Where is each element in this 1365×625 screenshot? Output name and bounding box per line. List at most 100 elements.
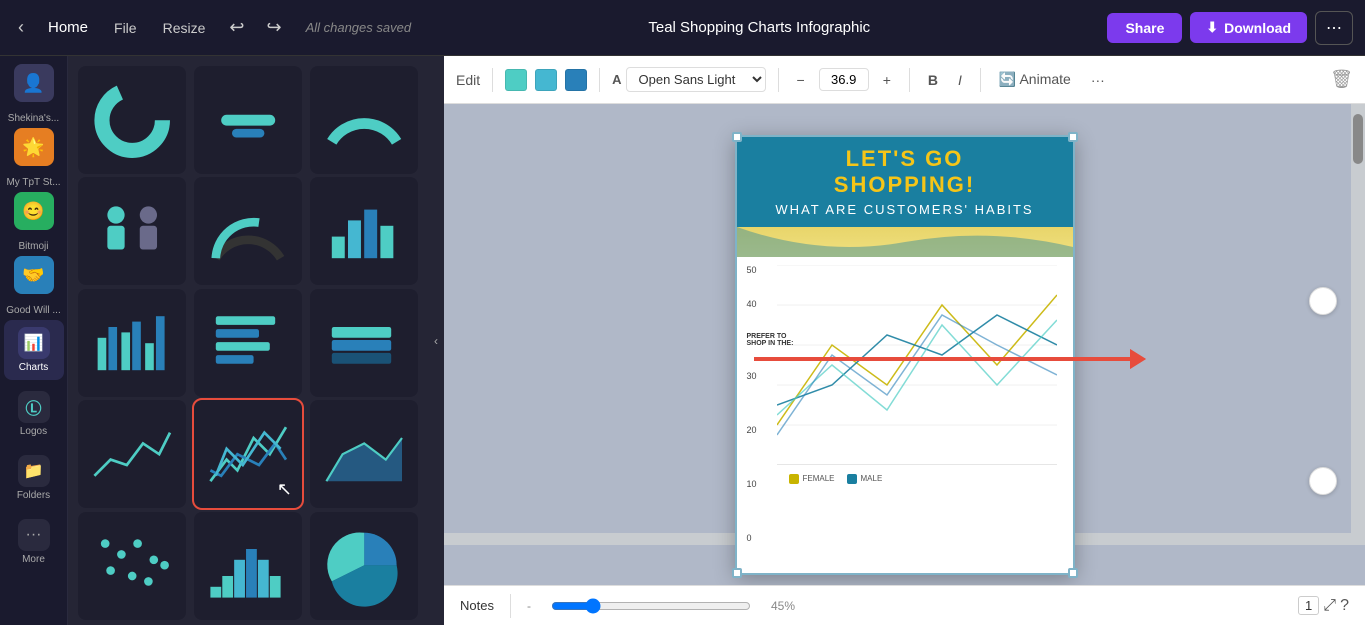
selection-handle-bl[interactable] [732,568,742,578]
color-swatch-1[interactable] [505,69,527,91]
arrow-indicator [754,357,1134,361]
chart-content: 50 40 PREFER TO SHOP IN THE: 30 20 10 0 [737,257,1073,484]
panel-item-bar[interactable] [310,177,418,285]
home-button[interactable]: Home [40,15,96,40]
bottom-bar: Notes - 45% 1 ⤢ ? [444,585,1365,625]
legend-dot-male [847,474,857,484]
resize-button[interactable]: Resize [155,16,214,40]
sidebar-label-more: More [22,554,45,565]
sep4 [909,68,910,92]
doc-title1: LET'S GO [846,146,964,172]
panel-item-area[interactable] [310,400,418,508]
text-color-icon: A [612,72,621,87]
sidebar-label-profile1: Shekina's... [8,113,59,124]
sep2 [599,68,600,92]
color-swatch-2[interactable] [535,69,557,91]
sidebar-item-profile1[interactable]: 👤 Shekina's... [4,64,64,124]
y-label-20: 20 [747,425,807,435]
sidebar-item-logos[interactable]: Ⓛ Logos [4,384,64,444]
y-axis-labels: 50 40 PREFER TO SHOP IN THE: 30 20 10 0 [747,265,807,543]
zoom-slider[interactable] [551,598,751,614]
fullscreen-button[interactable]: ⤢ [1323,597,1336,615]
help-button[interactable]: ? [1340,597,1349,615]
scrollbar-thumb-v[interactable] [1353,114,1363,164]
share-button[interactable]: Share [1107,13,1182,43]
selection-handle-br[interactable] [1068,568,1078,578]
undo-button[interactable]: ↩ [223,13,250,42]
panel-item-dot-grid[interactable] [78,512,186,620]
redo-button[interactable]: ↪ [260,13,287,42]
download-label: Download [1224,20,1291,36]
panel-item-line-selected[interactable]: ↖ [194,400,302,508]
avatar-profile2: 🌟 [14,128,54,166]
font-selector[interactable]: Open Sans Light [626,67,766,92]
main-area: 👤 Shekina's... 🌟 My TpT St... 😊 Bitmoji … [0,56,1365,625]
legend-male: MALE [847,474,883,484]
more-options-button[interactable]: ⋯ [1315,11,1353,45]
italic-button[interactable]: I [952,69,968,91]
panel-collapse-handle[interactable]: ‹ [428,56,444,625]
legend-label-female: FEMALE [803,474,835,483]
rotate-button[interactable]: ↺ [1309,287,1337,315]
panel-item-pie[interactable] [310,512,418,620]
top-bar-right: Share ⬇ Download ⋯ [1107,11,1353,45]
animate-button[interactable]: 🔄 Animate [993,68,1077,91]
download-button[interactable]: ⬇ Download [1190,12,1307,43]
panel-item-donut[interactable] [78,66,186,174]
sidebar-label-folders: Folders [17,490,50,501]
selection-handle-tr[interactable] [1068,132,1078,142]
bold-button[interactable]: B [922,69,944,91]
y-label-40: 40 [747,299,807,309]
zoom-minus-label: - [527,599,531,613]
chart-legend: FEMALE MALE [777,474,1063,484]
arrow-head [1130,349,1146,369]
font-size-increase[interactable]: + [877,69,897,91]
collapse-icon: ‹ [434,334,438,348]
delete-button[interactable]: 🗑 [1330,69,1353,90]
charts-panel: ↖ [68,56,428,625]
selection-handle-tl[interactable] [732,132,742,142]
more-format-btn[interactable]: ··· [1085,69,1111,91]
panel-item-horizontal-bar[interactable] [194,289,302,397]
sidebar-item-folders[interactable]: 📁 Folders [4,448,64,508]
panel-item-multi-bar[interactable] [78,289,186,397]
sidebar-item-bitmoji[interactable]: 😊 Bitmoji [4,192,64,252]
font-selector-wrapper: A Open Sans Light [612,67,765,92]
format-toolbar: Edit A Open Sans Light − 36.9 + B I 🔄 An [444,56,1365,104]
y-label-50: 50 [747,265,807,275]
sync-button[interactable]: ↻ [1309,467,1337,495]
content-area: Edit A Open Sans Light − 36.9 + B I 🔄 An [444,56,1365,625]
notes-sep [510,594,511,618]
avatar-bitmoji: 😊 [14,192,54,230]
top-bar-left: ‹ Home File Resize ↩ ↪ All changes saved [12,13,411,42]
sidebar-label-bitmoji: Bitmoji [18,241,48,252]
sidebar-label-goodwill: Good Will ... [6,305,60,316]
panel-item-stacked[interactable] [310,289,418,397]
page-nav: 1 ⤢ ? [1298,596,1349,615]
page-number: 1 [1298,596,1319,615]
notes-label: Notes [460,598,494,613]
panel-item-people[interactable] [78,177,186,285]
panel-item-gauge[interactable] [194,177,302,285]
back-button[interactable]: ‹ [12,13,30,42]
panel-item-histogram[interactable] [194,512,302,620]
panel-item-dash[interactable] [194,66,302,174]
font-size-input[interactable]: 36.9 [819,68,869,91]
more-icon: ··· [18,519,50,551]
document-title: Teal Shopping Charts Infographic [419,19,1099,36]
panel-item-line1[interactable] [78,400,186,508]
panel-item-arc[interactable] [310,66,418,174]
color-swatch-3[interactable] [565,69,587,91]
sidebar-item-charts[interactable]: 📊 Charts [4,320,64,380]
logos-icon: Ⓛ [18,391,50,423]
file-button[interactable]: File [106,16,145,40]
sidebar-item-profile2[interactable]: 🌟 My TpT St... [4,128,64,188]
charts-icon: 📊 [18,327,50,359]
avatar-profile1: 👤 [14,64,54,102]
sidebar-item-goodwill[interactable]: 🤝 Good Will ... [4,256,64,316]
sidebar-item-more[interactable]: ··· More [4,512,64,572]
y-label-10: 10 [747,479,807,489]
canvas-area: ↺ ↻ LET'S GO SHOPPING! WHAT ARE CUSTOMER… [444,104,1365,585]
font-size-decrease[interactable]: − [791,69,811,91]
vertical-scrollbar[interactable] [1351,104,1365,545]
